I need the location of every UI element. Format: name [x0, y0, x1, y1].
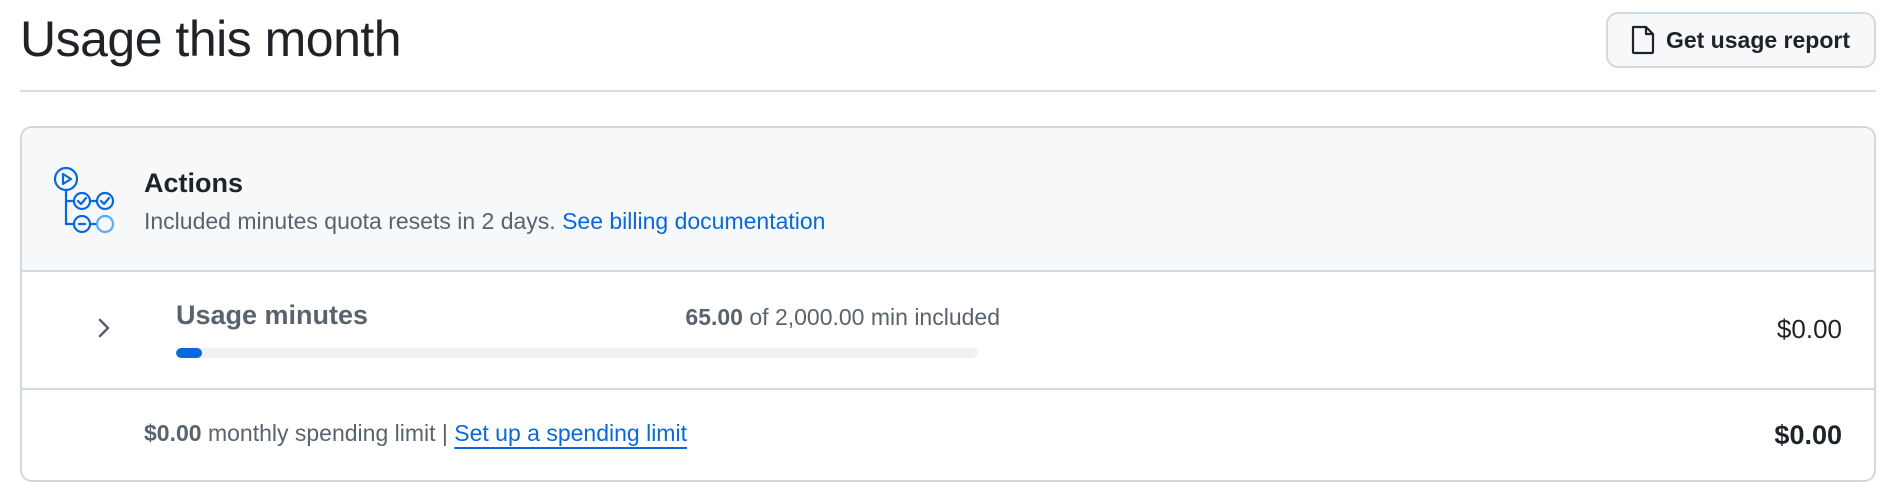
usage-page: Usage this month Get usage report Action… — [0, 0, 1890, 498]
spending-limit-text: $0.00 monthly spending limit | Set up a … — [144, 420, 687, 447]
actions-card-header: Actions Included minutes quota resets in… — [22, 128, 1874, 272]
usage-minutes-included: of 2,000.00 min included — [749, 304, 1000, 330]
quota-reset-label: Included minutes quota resets in 2 days. — [144, 208, 556, 234]
chevron-right-icon[interactable] — [90, 314, 118, 342]
page-header: Usage this month Get usage report — [20, 0, 1876, 92]
usage-minutes-row: Usage minutes 65.00 of 2,000.00 min incl… — [22, 272, 1874, 390]
usage-minutes-used: 65.00 — [685, 304, 743, 330]
usage-progress-bar — [176, 348, 978, 358]
billing-documentation-link[interactable]: See billing documentation — [562, 208, 825, 234]
section-title-actions: Actions — [144, 168, 244, 198]
file-icon — [1630, 25, 1656, 55]
get-usage-report-button[interactable]: Get usage report — [1605, 12, 1876, 68]
get-usage-report-label: Get usage report — [1665, 26, 1850, 53]
page-title: Usage this month — [20, 11, 402, 67]
actions-usage-card: Actions Included minutes quota resets in… — [20, 126, 1876, 482]
quota-reset-text: Included minutes quota resets in 2 days.… — [144, 208, 825, 235]
spending-total: $0.00 — [1774, 420, 1842, 450]
spending-limit-amount: $0.00 — [144, 420, 202, 446]
usage-progress-fill — [176, 348, 203, 358]
usage-minutes-cost: $0.00 — [1776, 314, 1842, 344]
actions-workflow-icon — [52, 166, 122, 238]
set-up-spending-limit-link[interactable]: Set up a spending limit — [454, 420, 687, 446]
spending-limit-row: $0.00 monthly spending limit | Set up a … — [22, 390, 1874, 480]
usage-minutes-label: Usage minutes — [176, 300, 369, 330]
usage-minutes-count: 65.00 of 2,000.00 min included — [620, 304, 1000, 331]
spending-limit-label: monthly spending limit | — [207, 420, 448, 446]
